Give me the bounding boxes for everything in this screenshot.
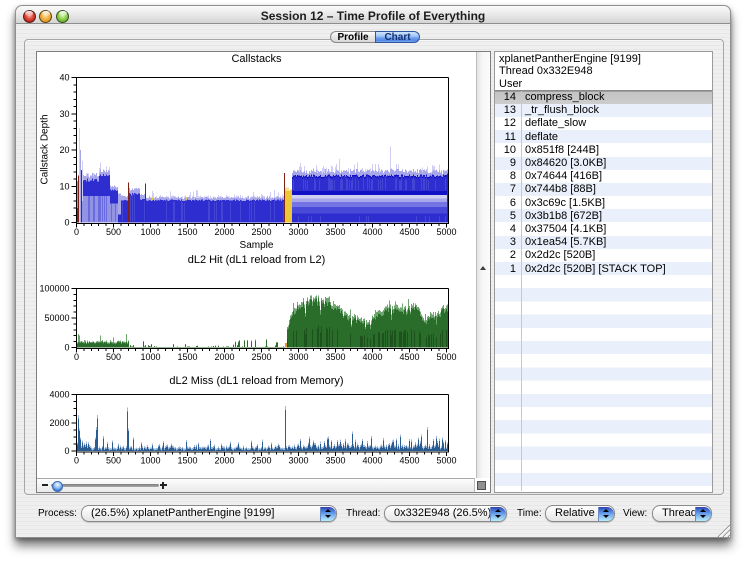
- svg-text:4000: 4000: [362, 352, 382, 362]
- svg-text:4000: 4000: [362, 227, 382, 237]
- svg-text:5000: 5000: [436, 227, 456, 237]
- svg-text:3500: 3500: [325, 227, 345, 237]
- svg-text:1500: 1500: [177, 227, 197, 237]
- svg-text:2000: 2000: [214, 352, 234, 362]
- svg-text:2500: 2500: [251, 456, 271, 466]
- svg-text:4000: 4000: [362, 456, 382, 466]
- svg-text:1000: 1000: [140, 227, 160, 237]
- svg-text:50000: 50000: [44, 313, 69, 323]
- svg-text:3000: 3000: [288, 456, 308, 466]
- svg-text:5000: 5000: [436, 352, 456, 362]
- svg-text:3500: 3500: [325, 352, 345, 362]
- svg-text:4500: 4500: [399, 227, 419, 237]
- svg-text:1500: 1500: [177, 352, 197, 362]
- svg-text:0: 0: [74, 227, 79, 237]
- svg-text:3000: 3000: [288, 227, 308, 237]
- svg-text:1000: 1000: [140, 352, 160, 362]
- svg-text:40: 40: [59, 73, 69, 83]
- svg-text:5000: 5000: [436, 456, 456, 466]
- svg-text:10: 10: [59, 181, 69, 191]
- svg-text:0: 0: [64, 343, 69, 353]
- svg-text:0: 0: [74, 352, 79, 362]
- svg-text:2000: 2000: [214, 456, 234, 466]
- svg-text:0: 0: [64, 218, 69, 228]
- svg-text:1500: 1500: [177, 456, 197, 466]
- svg-text:30: 30: [59, 109, 69, 119]
- svg-text:4500: 4500: [399, 456, 419, 466]
- svg-text:3000: 3000: [288, 352, 308, 362]
- svg-text:2500: 2500: [251, 227, 271, 237]
- svg-text:1000: 1000: [140, 456, 160, 466]
- svg-text:0: 0: [64, 446, 69, 456]
- svg-text:500: 500: [106, 352, 121, 362]
- svg-text:20: 20: [59, 145, 69, 155]
- svg-text:100000: 100000: [39, 284, 69, 294]
- svg-text:500: 500: [106, 227, 121, 237]
- svg-text:500: 500: [106, 456, 121, 466]
- svg-text:2000: 2000: [214, 227, 234, 237]
- svg-text:3500: 3500: [325, 456, 345, 466]
- svg-text:0: 0: [74, 456, 79, 466]
- svg-text:2500: 2500: [251, 352, 271, 362]
- svg-text:4000: 4000: [49, 390, 69, 400]
- svg-text:4500: 4500: [399, 352, 419, 362]
- svg-text:2000: 2000: [49, 418, 69, 428]
